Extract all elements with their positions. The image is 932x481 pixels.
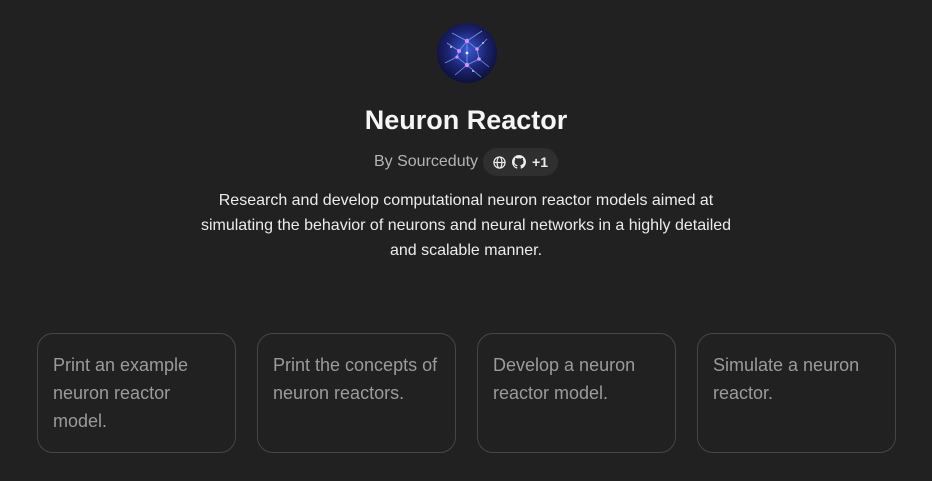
conversation-starters: Print an example neuron reactor model. P…	[37, 333, 896, 453]
gpt-title: Neuron Reactor	[364, 105, 568, 135]
gpt-avatar-icon	[437, 23, 497, 83]
gpt-intro-page: Neuron Reactor By Sourceduty +1 Research…	[0, 0, 932, 481]
extra-links-count: +1	[532, 154, 549, 170]
starter-card[interactable]: Simulate a neuron reactor.	[697, 333, 896, 453]
gpt-description: Research and develop computational neuro…	[200, 192, 732, 259]
starter-card[interactable]: Print the concepts of neuron reactors.	[257, 333, 456, 453]
starter-card[interactable]: Develop a neuron reactor model.	[477, 333, 676, 453]
gpt-byline: By Sourceduty +1	[0, 148, 932, 176]
starter-card[interactable]: Print an example neuron reactor model.	[37, 333, 236, 453]
github-icon	[512, 155, 527, 169]
globe-icon	[493, 155, 506, 169]
author-label: By Sourceduty	[373, 153, 479, 170]
social-links-button[interactable]: +1	[483, 148, 559, 176]
